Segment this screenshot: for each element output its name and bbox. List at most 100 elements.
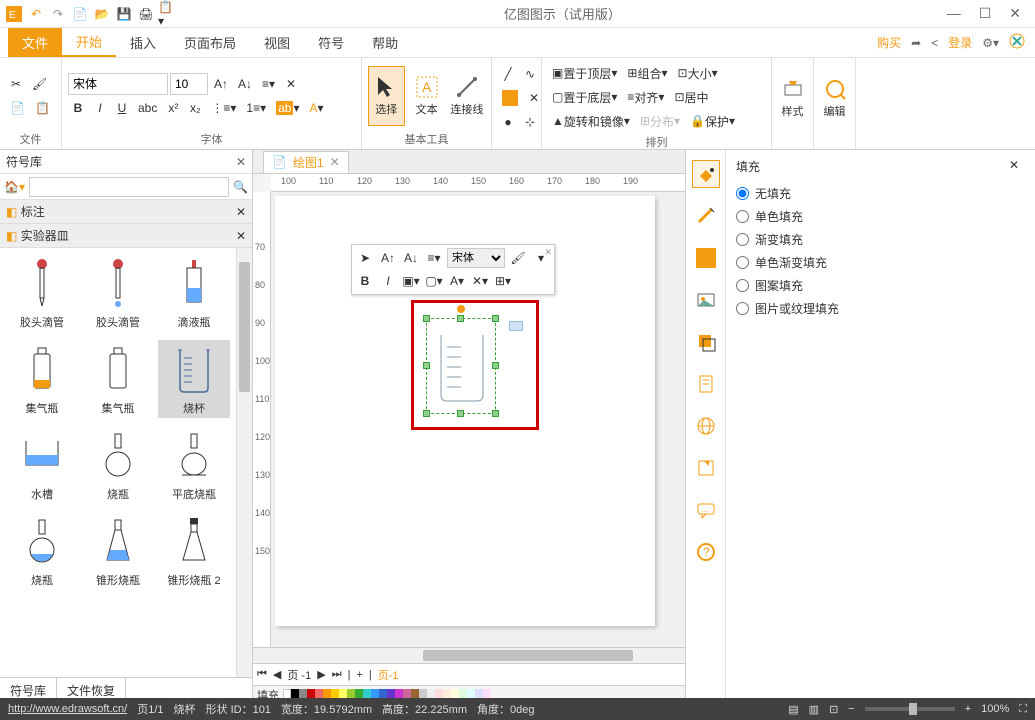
circle-icon[interactable]: ● — [498, 111, 518, 133]
right-close-icon[interactable]: ✕ — [1009, 158, 1019, 175]
panel-close-icon[interactable]: ✕ — [236, 155, 246, 169]
fill-picture-option[interactable]: 图片或纹理填充 — [736, 300, 1025, 317]
note-indicator[interactable] — [509, 321, 523, 331]
superscript-button[interactable]: x² — [163, 97, 183, 119]
fill-gradient-option[interactable]: 渐变填充 — [736, 231, 1025, 248]
canvas-hscroll[interactable] — [253, 647, 685, 663]
shape-gasbottle2[interactable]: 集气瓶 — [82, 340, 154, 418]
close-button[interactable]: ✕ — [1009, 5, 1021, 22]
float-bold-button[interactable]: B — [355, 271, 375, 291]
share-icon[interactable]: < — [931, 36, 938, 50]
bold-button[interactable]: B — [68, 97, 88, 119]
float-fontcolor-icon[interactable]: A▾ — [447, 271, 467, 291]
export2-icon[interactable]: ➦ — [911, 36, 921, 50]
paste-icon[interactable]: 📋 — [31, 97, 54, 119]
tab-layout[interactable]: 页面布局 — [170, 28, 250, 57]
strike-button[interactable]: abc — [134, 97, 161, 119]
shape-flatflask[interactable]: 平底烧瓶 — [158, 426, 230, 504]
category-labware[interactable]: ◧ 实验器皿✕ — [0, 224, 252, 248]
line-tab-icon[interactable] — [692, 202, 720, 230]
shape-flask2[interactable]: 烧瓶 — [6, 512, 78, 590]
category-annotation[interactable]: ◧ 标注✕ — [0, 200, 252, 224]
page-tab-1[interactable]: 页-1 — [378, 667, 399, 683]
connector-tool[interactable]: 连接线 — [449, 66, 485, 126]
font-smaller-icon[interactable]: A↓ — [234, 73, 256, 95]
float-group-icon[interactable]: ⊞▾ — [493, 271, 513, 291]
linespacing-icon[interactable]: ≡▾ — [258, 73, 279, 95]
resize-handle[interactable] — [423, 362, 430, 369]
export-icon[interactable]: 📋▾ — [158, 4, 178, 24]
curve-icon[interactable]: ∿ — [520, 63, 540, 85]
align-button[interactable]: ≡ 对齐▾ — [623, 86, 668, 108]
tab-symbol[interactable]: 符号 — [304, 28, 358, 57]
canvas[interactable]: ✕ ➤ A↑ A↓ ≡▾ 宋体 🖌 ▾ B I ▣▾ ▢▾ — [271, 192, 685, 647]
highlight-icon[interactable]: ab▾ — [272, 97, 303, 119]
layer-tab-icon[interactable] — [692, 328, 720, 356]
fullscreen-icon[interactable]: ⛶ — [1019, 703, 1027, 716]
home-icon[interactable]: 🏠▾ — [4, 180, 25, 194]
resize-handle[interactable] — [492, 410, 499, 417]
fill-solid-option[interactable]: 单色填充 — [736, 208, 1025, 225]
open-icon[interactable]: 📂 — [92, 4, 112, 24]
note-tab-icon[interactable] — [692, 454, 720, 482]
save-icon[interactable]: 💾 — [114, 4, 134, 24]
pagenav-first[interactable]: ⏮ — [257, 668, 267, 681]
shape-trough[interactable]: 水槽 — [6, 426, 78, 504]
zoom-in-button[interactable]: + — [965, 703, 971, 715]
globe-tab-icon[interactable] — [692, 412, 720, 440]
shadow-tab-icon[interactable] — [692, 244, 720, 272]
fontcolor-icon[interactable]: A▾ — [305, 97, 327, 119]
float-close-icon[interactable]: ✕ — [544, 247, 552, 258]
tab-view[interactable]: 视图 — [250, 28, 304, 57]
fill-tab-icon[interactable] — [692, 160, 720, 188]
float-brush-icon[interactable]: 🖌 — [508, 248, 528, 268]
float-font-select[interactable]: 宋体 — [447, 248, 505, 268]
tab-help[interactable]: 帮助 — [358, 28, 412, 57]
pagenav-last[interactable]: ⏭ — [332, 668, 342, 681]
resize-handle[interactable] — [423, 410, 430, 417]
zoom-out-button[interactable]: − — [848, 703, 854, 715]
document-tab[interactable]: 📄 绘图1 ✕ — [263, 151, 349, 173]
comment-tab-icon[interactable]: … — [692, 496, 720, 524]
resize-handle[interactable] — [457, 410, 464, 417]
resize-handle[interactable] — [492, 315, 499, 322]
rotate-button[interactable]: ▲ 旋转和镜像▾ — [548, 110, 634, 132]
search-icon[interactable]: 🔍 — [233, 180, 248, 194]
shape-erlenmeyer2[interactable]: 锥形烧瓶 2 — [158, 512, 230, 590]
search-input[interactable] — [29, 177, 229, 197]
login-link[interactable]: 登录 — [948, 34, 972, 51]
font-name-input[interactable] — [68, 73, 168, 95]
tab-start[interactable]: 开始 — [62, 28, 116, 57]
shape-erlenmeyer[interactable]: 锥形烧瓶 — [82, 512, 154, 590]
status-url[interactable]: http://www.edrawsoft.cn/ — [8, 703, 127, 715]
new-icon[interactable]: 📄 — [70, 4, 90, 24]
resize-handle[interactable] — [492, 362, 499, 369]
resize-handle[interactable] — [423, 315, 430, 322]
rect-icon[interactable] — [498, 87, 522, 109]
shape-dropper[interactable]: 胶头滴管 — [6, 254, 78, 332]
protect-button[interactable]: 🔒 保护▾ — [686, 110, 739, 132]
file-menu[interactable]: 文件 — [8, 28, 62, 57]
pagenav-prev[interactable]: ◀ — [273, 668, 281, 681]
shape-dropbottle[interactable]: 滴液瓶 — [158, 254, 230, 332]
float-pointer-icon[interactable]: ➤ — [355, 248, 375, 268]
float-italic-button[interactable]: I — [378, 271, 398, 291]
style-button[interactable]: 样式 — [778, 68, 807, 128]
distribute-button[interactable]: ⊞ 分布▾ — [636, 110, 684, 132]
underline-button[interactable]: U — [112, 97, 132, 119]
buy-link[interactable]: 购买 — [877, 34, 901, 51]
page-add-button[interactable]: + — [356, 669, 362, 681]
cut-icon[interactable]: ✂ — [6, 73, 26, 95]
shapes-scrollbar[interactable] — [236, 248, 252, 677]
fill-solidgrad-option[interactable]: 单色渐变填充 — [736, 254, 1025, 271]
line-icon[interactable]: ╱ — [498, 63, 518, 85]
float-line-icon[interactable]: ▢▾ — [424, 271, 444, 291]
selected-shape[interactable] — [426, 318, 496, 414]
view-mode2-icon[interactable]: ▥ — [809, 703, 819, 716]
fit-icon[interactable]: ⊡ — [829, 703, 838, 716]
center-button[interactable]: ⊡ 居中 — [670, 86, 712, 108]
text-tool[interactable]: A文本 — [409, 66, 445, 126]
bring-front-button[interactable]: ▣ 置于顶层▾ — [548, 62, 621, 84]
shape-beaker[interactable]: 烧杯 — [158, 340, 230, 418]
italic-button[interactable]: I — [90, 97, 110, 119]
